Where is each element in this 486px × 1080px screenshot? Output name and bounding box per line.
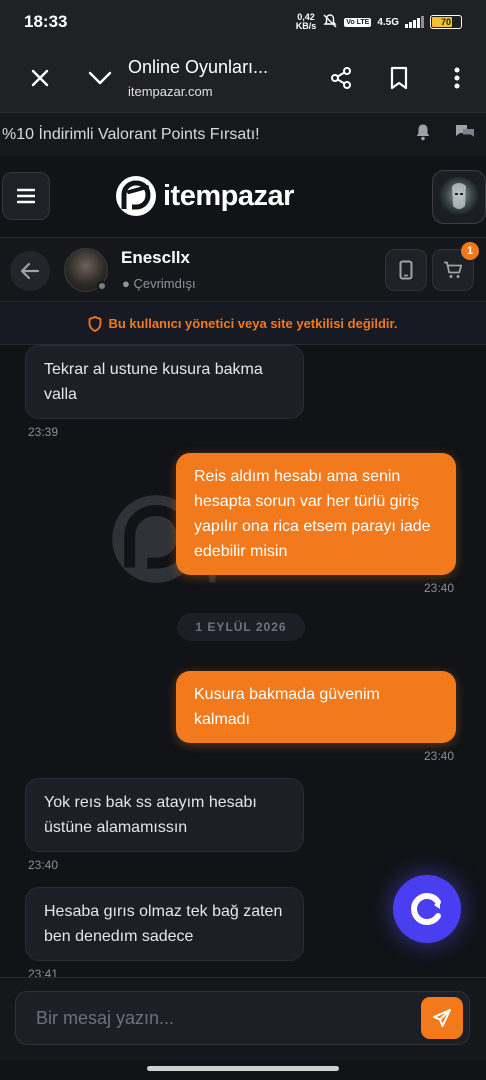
close-tab-button[interactable] [0, 44, 80, 112]
back-button[interactable] [10, 251, 50, 291]
profile-avatar-image [439, 177, 479, 217]
admin-warning: Bu kullanıcı yönetici veya site yetkilis… [0, 303, 486, 345]
home-gesture-pill[interactable] [147, 1066, 339, 1071]
share-button[interactable] [312, 44, 370, 112]
warning-text: Bu kullanıcı yönetici veya site yetkilis… [108, 316, 398, 331]
bookmark-button[interactable] [370, 44, 428, 112]
cart-icon [444, 261, 463, 278]
volte-badge: Vo LTE [344, 17, 372, 27]
send-icon [433, 1009, 451, 1027]
mute-icon [322, 13, 338, 31]
bookmark-icon [390, 66, 408, 90]
chevron-down-icon [88, 71, 112, 85]
page-title: Online Oyunları... [128, 57, 269, 77]
share-icon [331, 67, 351, 89]
refresh-c-icon [411, 893, 441, 925]
network-type: 4.5G [377, 16, 399, 28]
more-button[interactable] [428, 44, 486, 112]
hamburger-icon [17, 188, 35, 204]
message-bubble[interactable]: Yok reıs bak ss atayım hesabı üstüne ala… [25, 778, 304, 852]
date-separator: 1 EYLÜL 2026 [177, 613, 305, 641]
minimize-button[interactable] [80, 44, 120, 112]
close-icon [31, 69, 49, 87]
shield-icon [89, 315, 102, 332]
page-title-area[interactable]: Online Oyunları... itempazar.com [120, 57, 312, 99]
arrow-left-icon [20, 262, 40, 280]
chat-header: Enescllx ● Çevrimdışı [0, 237, 486, 302]
user-status: ● Çevrimdışı [122, 276, 196, 291]
support-chat-button[interactable] [393, 875, 461, 943]
promo-banner[interactable]: %10 İndirimli Valorant Points Fırsatı! [0, 112, 486, 156]
message-input[interactable] [36, 992, 416, 1044]
status-icons: 0,42 KB/s Vo LTE 4.5G 70 [296, 13, 462, 31]
offline-dot [97, 281, 107, 291]
logo-mark-icon [116, 176, 156, 216]
battery-icon: 70 [430, 15, 462, 29]
bell-icon[interactable] [414, 123, 432, 146]
signal-icon [405, 16, 424, 28]
site-header: itempazar [0, 156, 486, 236]
message-bubble[interactable]: Reis aldım hesabı ama senin hesapta soru… [176, 453, 456, 575]
site-logo[interactable]: itempazar [115, 175, 294, 217]
phone-icon [399, 260, 413, 280]
message-time: 23:40 [423, 749, 454, 763]
system-nav-bar [0, 1060, 486, 1080]
profile-avatar[interactable] [432, 170, 486, 224]
phone-button[interactable] [385, 249, 427, 291]
menu-button[interactable] [2, 172, 50, 220]
message-composer [0, 977, 486, 1060]
clock: 18:33 [24, 12, 68, 31]
message-bubble[interactable]: Hesaba gırıs olmaz tek bağ zaten ben den… [25, 887, 304, 961]
logo-text: itempazar [163, 179, 294, 212]
message-time: 23:39 [28, 425, 59, 439]
send-button[interactable] [421, 997, 463, 1039]
browser-toolbar: Online Oyunları... itempazar.com [0, 44, 486, 112]
message-input-box[interactable] [15, 991, 470, 1045]
message-time: 23:40 [423, 581, 454, 595]
user-avatar[interactable] [64, 248, 108, 292]
chat-username[interactable]: Enescllx [121, 248, 190, 268]
status-bar: 18:33 0,42 KB/s Vo LTE 4.5G 70 [0, 0, 486, 44]
chat-icon[interactable] [454, 123, 476, 146]
message-time: 23:40 [28, 858, 59, 872]
promo-text: %10 İndirimli Valorant Points Fırsatı! [2, 125, 260, 143]
page-url: itempazar.com [128, 84, 213, 99]
cart-count-badge: 1 [461, 242, 479, 260]
message-bubble[interactable]: Kusura bakmada güvenim kalmadı [176, 671, 456, 743]
net-speed: 0,42 KB/s [295, 12, 317, 31]
message-bubble[interactable]: Tekrar al ustune kusura bakma valla [25, 345, 304, 419]
more-vert-icon [454, 67, 460, 89]
message-time: 23:41 [28, 967, 59, 977]
